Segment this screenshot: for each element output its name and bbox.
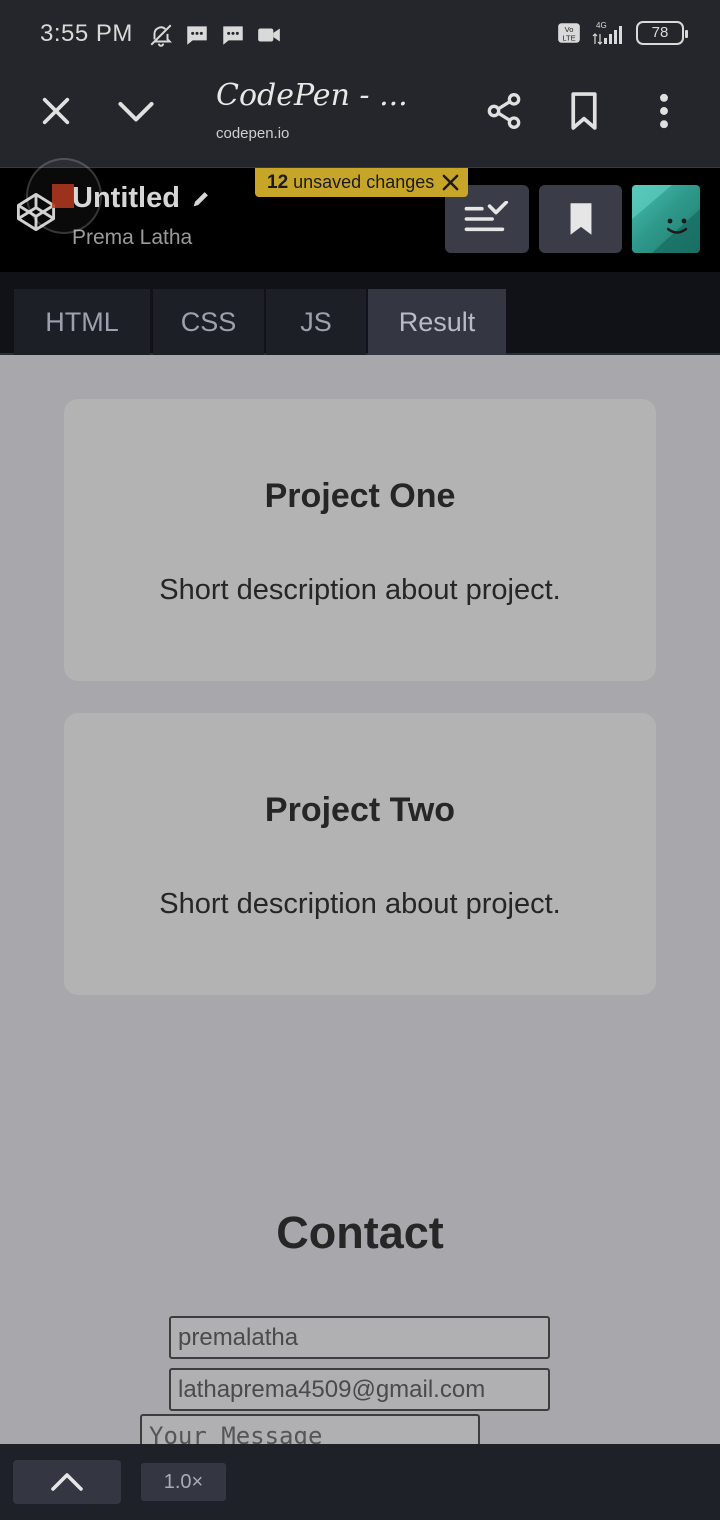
dismiss-icon[interactable] <box>441 173 460 192</box>
editor-tabs: HTML CSS JS Result <box>0 272 720 355</box>
project-title: Project One <box>264 477 456 515</box>
share-button[interactable] <box>479 86 529 136</box>
svg-text:4G: 4G <box>596 21 607 30</box>
share-icon <box>487 93 521 130</box>
minimize-tab-button[interactable] <box>111 86 161 136</box>
zoom-level-button[interactable]: 1.0× <box>141 1463 226 1501</box>
message-icon <box>187 26 207 45</box>
tab-js[interactable]: JS <box>266 289 366 355</box>
signal-icon: 4G <box>592 21 622 45</box>
result-preview[interactable]: Project One Short description about proj… <box>0 355 720 1444</box>
name-input[interactable]: premalatha <box>169 1316 550 1359</box>
project-description: Short description about project. <box>159 888 561 920</box>
unsaved-label: unsaved changes <box>288 172 435 192</box>
layout-list-icon <box>464 201 509 232</box>
pencil-edit-icon[interactable] <box>190 188 212 210</box>
bookmark-icon <box>571 92 597 130</box>
bottom-bar: 1.0× <box>0 1444 720 1520</box>
volte-icon: VoLTE <box>558 23 580 43</box>
project-description: Short description about project. <box>159 574 561 606</box>
video-camera-icon <box>258 28 280 42</box>
save-pen-button[interactable] <box>539 185 622 253</box>
chevron-up-icon <box>51 1473 83 1491</box>
recorder-dot-icon <box>52 184 74 208</box>
status-notification-icons <box>148 22 282 48</box>
svg-text:Vo: Vo <box>565 25 574 34</box>
svg-text:LTE: LTE <box>562 34 575 43</box>
tab-css[interactable]: CSS <box>153 289 264 355</box>
email-input[interactable]: lathaprema4509@gmail.com <box>169 1368 550 1411</box>
tab-result[interactable]: Result <box>368 289 506 355</box>
status-system-icons: Vo LTE 4G 78 <box>556 20 688 46</box>
bookmark-icon <box>570 203 591 235</box>
tab-html[interactable]: HTML <box>14 289 150 355</box>
message-icon-2 <box>223 26 243 45</box>
chevron-down-icon <box>118 101 154 122</box>
browser-toolbar: CodePen - ... codepen.io <box>0 70 720 168</box>
close-tab-button[interactable] <box>31 86 81 136</box>
unsaved-count: 12 <box>267 172 289 193</box>
open-console-button[interactable] <box>13 1460 121 1504</box>
unsaved-changes-badge[interactable]: 12 unsaved changes <box>255 168 469 197</box>
bookmark-button[interactable] <box>559 86 609 136</box>
status-bar: 3:55 PM Vo LTE 4G 78 <box>0 0 720 70</box>
pen-author[interactable]: Prema Latha <box>72 226 192 250</box>
muted-bell-icon <box>150 24 173 47</box>
more-vertical-icon <box>660 93 668 129</box>
page-url: codepen.io <box>216 125 290 142</box>
status-time: 3:55 PM <box>40 20 133 47</box>
avatar-smiley-icon <box>632 185 700 253</box>
battery-indicator: 78 <box>636 21 688 45</box>
message-textarea[interactable]: Your Message <box>140 1414 480 1444</box>
contact-heading: Contact <box>276 1207 444 1258</box>
more-options-button[interactable] <box>639 86 689 136</box>
user-avatar[interactable] <box>632 185 700 253</box>
project-card: Project One Short description about proj… <box>64 399 656 681</box>
page-title: CodePen - ... <box>216 78 408 113</box>
close-icon <box>42 97 70 125</box>
project-card: Project Two Short description about proj… <box>64 713 656 995</box>
project-title: Project Two <box>264 791 456 829</box>
